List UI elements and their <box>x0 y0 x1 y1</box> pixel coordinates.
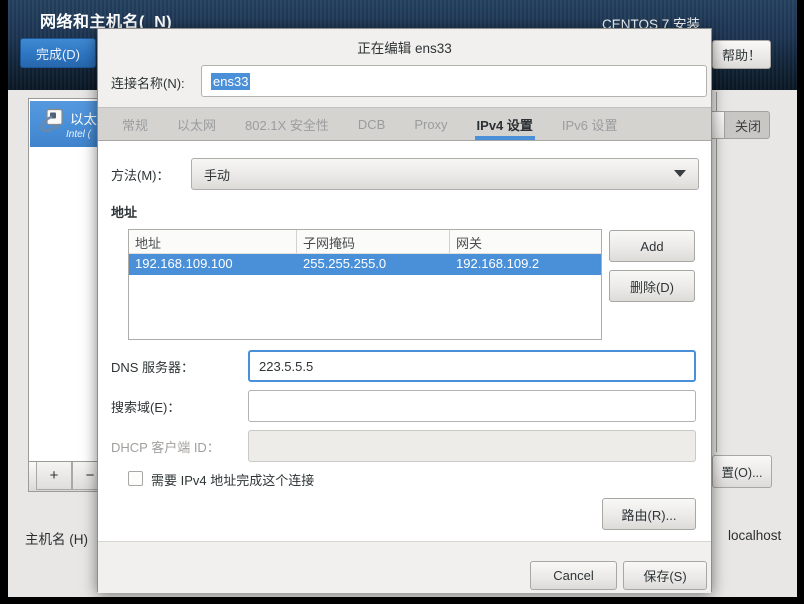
search-domains-input[interactable] <box>248 390 696 422</box>
tab-ipv4-settings[interactable]: IPv4 设置 <box>475 108 535 140</box>
method-select[interactable]: 手动 <box>191 158 699 190</box>
delete-address-button[interactable]: 删除(D) <box>609 270 695 302</box>
config-panel-edge <box>716 92 717 452</box>
dialog-title: 正在编辑 ens33 <box>98 37 711 57</box>
hostname-value: localhost <box>728 528 781 543</box>
connection-name-label: 连接名称(N): <box>111 73 185 92</box>
column-header-address[interactable]: 地址 <box>129 230 297 253</box>
routes-button[interactable]: 路由(R)... <box>602 498 696 530</box>
dns-servers-label: DNS 服务器： <box>111 357 194 376</box>
search-domains-label: 搜索域(E)： <box>111 397 180 416</box>
dns-servers-input[interactable] <box>248 350 696 382</box>
method-value: 手动 <box>204 165 230 184</box>
tab-general[interactable]: 常规 <box>120 108 150 140</box>
address-table-row[interactable]: 192.168.109.100 255.255.255.0 192.168.10… <box>129 254 601 275</box>
ipv4-settings-panel: 方法(M)： 手动 地址 地址 子网掩码 网关 192.168.109.100 … <box>98 141 711 542</box>
method-label: 方法(M)： <box>111 165 170 184</box>
tab-dcb[interactable]: DCB <box>356 108 387 140</box>
cancel-button[interactable]: Cancel <box>530 561 617 590</box>
add-address-button[interactable]: Add <box>609 230 695 262</box>
tab-ethernet[interactable]: 以太网 <box>175 108 218 140</box>
cell-gateway: 192.168.109.2 <box>450 254 602 275</box>
connection-name-value: ens33 <box>211 73 250 90</box>
device-enable-toggle[interactable]: 关闭 <box>706 111 770 139</box>
require-ipv4-checkbox-label: 需要 IPv4 地址完成这个连接 <box>151 470 314 489</box>
column-header-netmask[interactable]: 子网掩码 <box>297 230 450 253</box>
dropdown-arrow-icon <box>674 170 686 177</box>
address-table-header: 地址 子网掩码 网关 <box>129 230 601 254</box>
cell-netmask: 255.255.255.0 <box>297 254 450 275</box>
edit-connection-dialog: 正在编辑 ens33 连接名称(N): ens33 常规 以太网 802.1X … <box>97 28 712 592</box>
cell-address: 192.168.109.100 <box>129 254 297 275</box>
tab-ipv6-settings[interactable]: IPv6 设置 <box>560 108 620 140</box>
installer-window: 网络和主机名(_N) CENTOS 7 安装 完成(D) 帮助！ 以太网 Int… <box>8 0 797 597</box>
done-button[interactable]: 完成(D) <box>20 38 96 68</box>
dhcp-client-id-label: DHCP 客户端 ID： <box>111 437 220 456</box>
ethernet-icon <box>38 107 65 134</box>
dhcp-client-id-input <box>248 430 696 462</box>
device-subtitle: Intel ( <box>66 129 91 140</box>
column-header-gateway[interactable]: 网关 <box>450 230 602 253</box>
connection-name-input[interactable]: ens33 <box>201 65 707 97</box>
add-device-button[interactable]: + <box>36 462 72 490</box>
configure-button[interactable]: 置(O)... <box>712 455 772 488</box>
require-ipv4-checkbox[interactable] <box>128 471 143 486</box>
address-table[interactable]: 地址 子网掩码 网关 192.168.109.100 255.255.255.0… <box>128 229 602 340</box>
tab-bar: 常规 以太网 802.1X 安全性 DCB Proxy IPv4 设置 IPv6… <box>98 107 711 141</box>
hostname-label: 主机名 (H) <box>25 528 88 548</box>
tab-8021x-security[interactable]: 802.1X 安全性 <box>243 108 331 140</box>
addresses-section-label: 地址 <box>111 202 137 221</box>
help-button[interactable]: 帮助！ <box>712 40 771 69</box>
save-button[interactable]: 保存(S) <box>623 561 707 590</box>
dialog-action-area: Cancel 保存(S) <box>98 542 711 593</box>
tab-proxy[interactable]: Proxy <box>412 108 449 140</box>
toggle-label: 关闭 <box>725 112 770 138</box>
